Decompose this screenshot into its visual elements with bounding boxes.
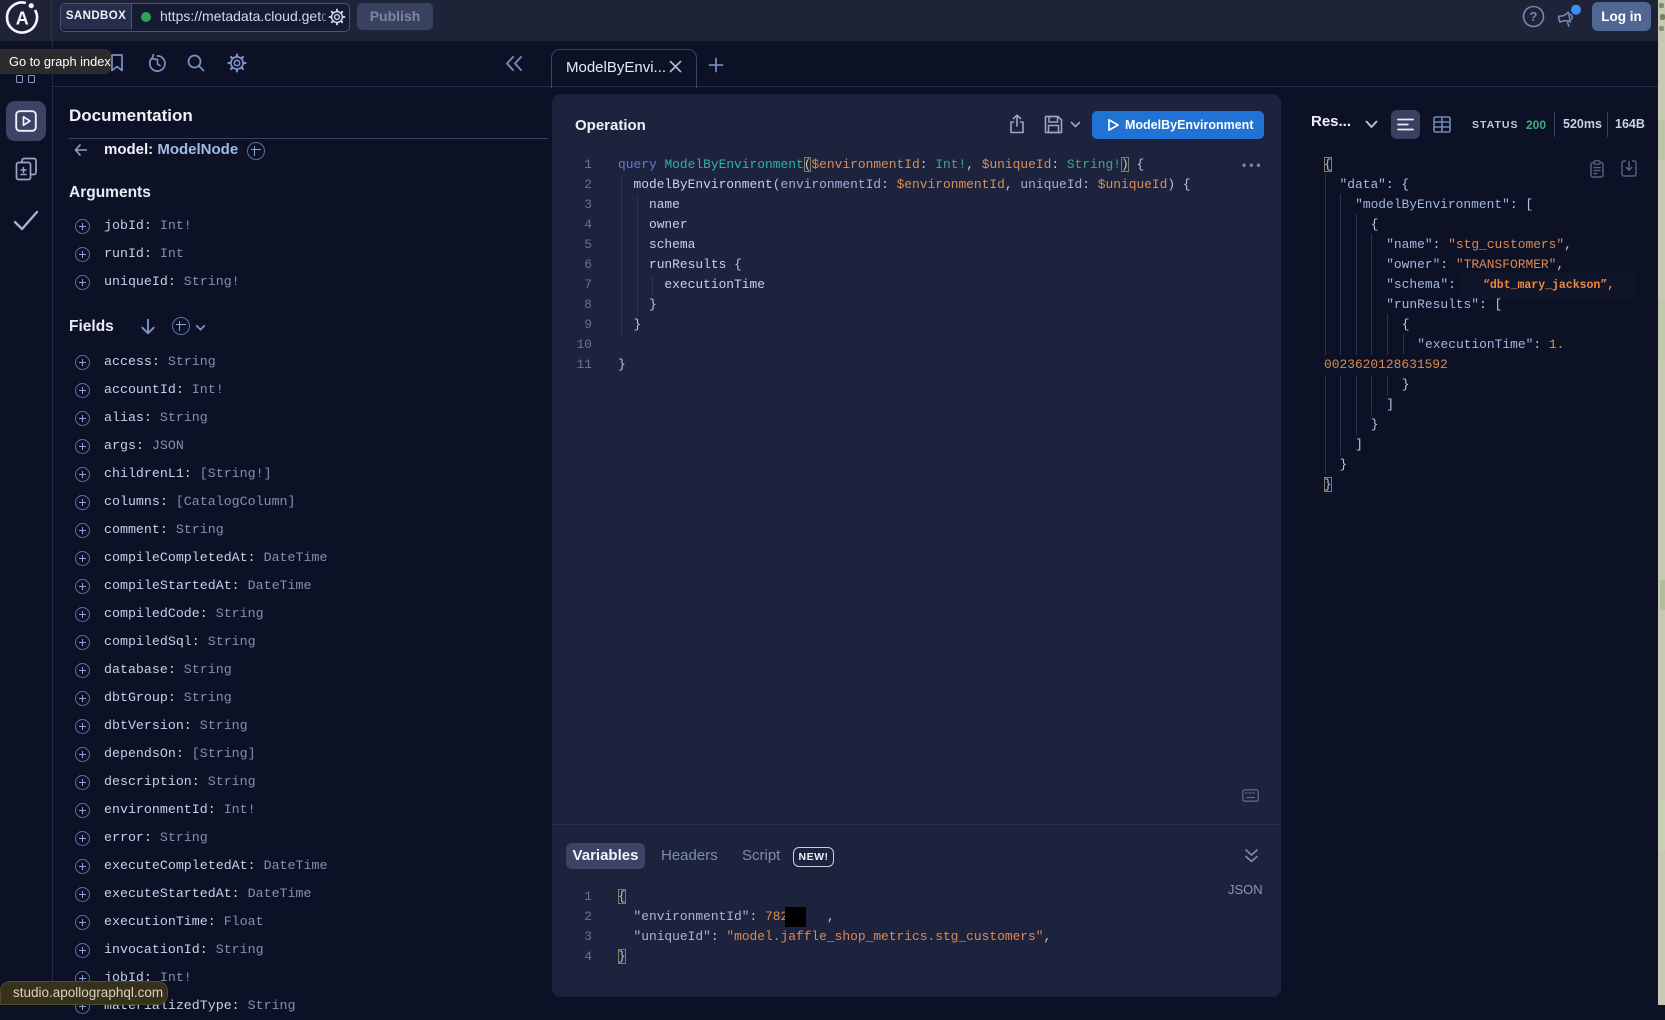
svg-text:A: A [16,9,29,29]
svg-text:?: ? [1530,9,1538,24]
